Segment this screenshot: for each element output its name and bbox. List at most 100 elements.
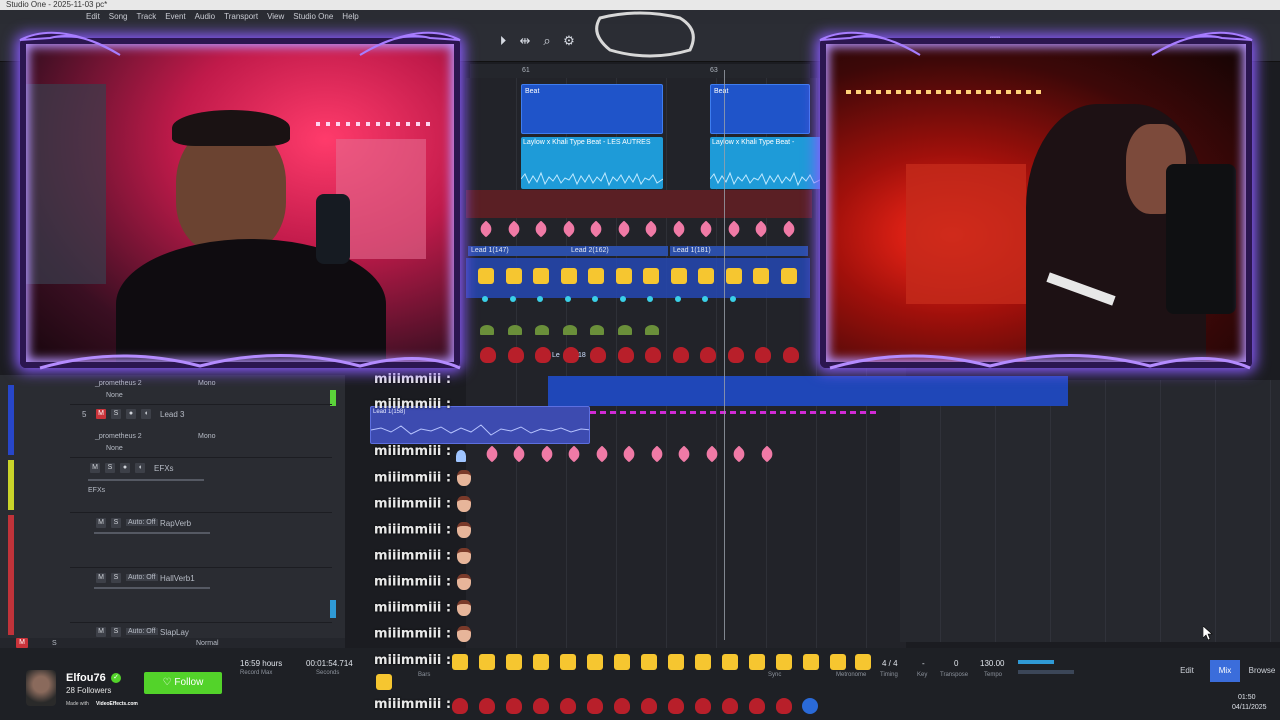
tab-edit[interactable]: Edit xyxy=(1172,660,1202,682)
track-name[interactable]: SlapLay xyxy=(160,628,189,637)
record-max-label: Record Max xyxy=(240,670,273,676)
menu-edit[interactable]: Edit xyxy=(86,10,100,24)
track-name[interactable]: Lead 3 xyxy=(160,410,184,419)
mute-button[interactable]: M xyxy=(90,463,100,473)
track-row[interactable]: M S ● ◖ EFXs EFXs xyxy=(70,459,332,513)
global-solo-button[interactable]: S xyxy=(52,640,57,647)
menu-transport[interactable]: Transport xyxy=(224,10,258,24)
volume-fader[interactable] xyxy=(94,587,210,589)
solo-button[interactable]: S xyxy=(111,518,121,528)
chat-message: miiimmiii : xyxy=(374,653,451,671)
audio-clip[interactable]: Laylow x Khali Type Beat - LES AUTRES xyxy=(521,137,663,189)
time-display[interactable]: 00:01:54.714 xyxy=(306,659,353,668)
menu-view[interactable]: View xyxy=(267,10,284,24)
emote xyxy=(590,325,604,335)
emote xyxy=(695,654,711,670)
monitor-icon[interactable]: ◖ xyxy=(141,409,151,419)
menu-song[interactable]: Song xyxy=(109,10,128,24)
global-mute-button[interactable]: M xyxy=(16,638,28,648)
time-unit[interactable]: Seconds xyxy=(316,670,339,676)
transpose-value[interactable]: 0 xyxy=(954,659,958,668)
chat-separator: : xyxy=(445,522,452,538)
monitor-icon[interactable]: ◖ xyxy=(135,463,145,473)
track-row[interactable]: M S Auto: Off HallVerb1 xyxy=(70,569,332,623)
arrow-tool-icon[interactable]: ⏵ xyxy=(494,32,512,50)
chat-message: miiimmiii : xyxy=(374,397,451,415)
emote xyxy=(726,268,742,284)
track-name[interactable]: EFXs xyxy=(154,464,174,473)
timeline-ruler[interactable]: 61 63 xyxy=(470,64,810,78)
solo-button[interactable]: S xyxy=(105,463,115,473)
range-tool-icon[interactable]: ⇹ xyxy=(516,32,534,50)
follow-button[interactable]: ♡ Follow xyxy=(144,672,222,694)
emote xyxy=(456,450,466,462)
track-name[interactable]: RapVerb xyxy=(160,519,191,528)
track-name[interactable]: HallVerb1 xyxy=(160,574,195,583)
automation-mode[interactable]: Auto: Off xyxy=(126,628,158,635)
clip-name: Beat xyxy=(714,88,729,95)
beat-clip[interactable]: Beat xyxy=(710,84,810,134)
chat-username: miiimmiii xyxy=(374,496,442,512)
emote xyxy=(830,654,846,670)
master-volume-slider[interactable] xyxy=(1018,670,1074,674)
chat-message: miiimmiii : xyxy=(374,574,472,592)
timing-value[interactable]: 4 / 4 xyxy=(882,659,898,668)
playhead[interactable] xyxy=(724,70,725,640)
chat-username: miiimmiii xyxy=(374,626,442,642)
tempo-label: Tempo xyxy=(984,672,1003,678)
track-output[interactable]: EFXs xyxy=(88,487,105,494)
menu-audio[interactable]: Audio xyxy=(195,10,215,24)
automation-mode[interactable]: Auto: Off xyxy=(126,574,158,581)
tab-browse[interactable]: Browse xyxy=(1244,660,1280,682)
emote xyxy=(668,698,684,714)
record-arm-icon[interactable]: ● xyxy=(126,409,136,419)
automation-mode[interactable]: Auto: Off xyxy=(126,519,158,526)
made-with-label: Made with xyxy=(66,701,89,707)
mute-button[interactable]: M xyxy=(96,573,106,583)
track-row[interactable]: M S Auto: Off RapVerb xyxy=(70,514,332,568)
menu-event[interactable]: Event xyxy=(165,10,185,24)
solo-button[interactable]: S xyxy=(111,627,121,637)
mute-button[interactable]: M xyxy=(96,409,106,419)
quantize-icon[interactable]: ⚙ xyxy=(560,32,578,50)
volume-fader[interactable] xyxy=(88,479,204,481)
track-row[interactable]: _prometheus 2 Mono None xyxy=(70,375,332,405)
emote xyxy=(642,220,660,238)
emote xyxy=(780,220,798,238)
mute-button[interactable]: M xyxy=(96,627,106,637)
solo-button[interactable]: S xyxy=(111,573,121,583)
mute-button[interactable]: M xyxy=(96,518,106,528)
lead-region[interactable]: Lead 2(162) xyxy=(568,246,668,256)
volume-fader[interactable] xyxy=(94,532,210,534)
waveform xyxy=(710,171,822,187)
track-plugin: _prometheus 2 xyxy=(95,380,142,387)
emote xyxy=(802,698,818,714)
emote xyxy=(457,626,472,642)
emote xyxy=(590,347,606,363)
waveform xyxy=(521,171,663,187)
menu-help[interactable]: Help xyxy=(342,10,358,24)
lead-3-region[interactable] xyxy=(548,376,1068,406)
audio-clip[interactable]: Laylow x Khali Type Beat - xyxy=(710,137,822,189)
menu-bar: Edit Song Track Event Audio Transport View Stud… xyxy=(0,10,1280,24)
emote xyxy=(645,347,661,363)
emote xyxy=(592,296,598,302)
menu-studio-one[interactable]: Studio One xyxy=(293,10,333,24)
tab-mix[interactable]: Mix xyxy=(1210,660,1240,682)
lead-region[interactable]: Lead 1(147) xyxy=(468,246,568,256)
emote xyxy=(510,296,516,302)
track-insert[interactable]: None xyxy=(106,392,123,399)
tempo-value[interactable]: 130.00 xyxy=(980,659,1004,668)
beat-clip[interactable]: Beat xyxy=(521,84,663,134)
track-insert[interactable]: None xyxy=(106,445,123,452)
lead-region[interactable]: Lead 1(181) xyxy=(670,246,808,256)
record-arm-icon[interactable]: ● xyxy=(120,463,130,473)
menu-track[interactable]: Track xyxy=(136,10,156,24)
solo-button[interactable]: S xyxy=(111,409,121,419)
track-row[interactable]: 5 M S ● ◖ Lead 3 _prometheus 2 Mono None xyxy=(70,406,332,458)
key-value[interactable]: - xyxy=(922,659,925,668)
arrangement-empty-area[interactable] xyxy=(900,380,1280,642)
chat-username: miiimmiii xyxy=(374,600,442,616)
zoom-tool-icon[interactable]: ⌕ xyxy=(538,32,556,50)
track-color xyxy=(8,385,14,455)
